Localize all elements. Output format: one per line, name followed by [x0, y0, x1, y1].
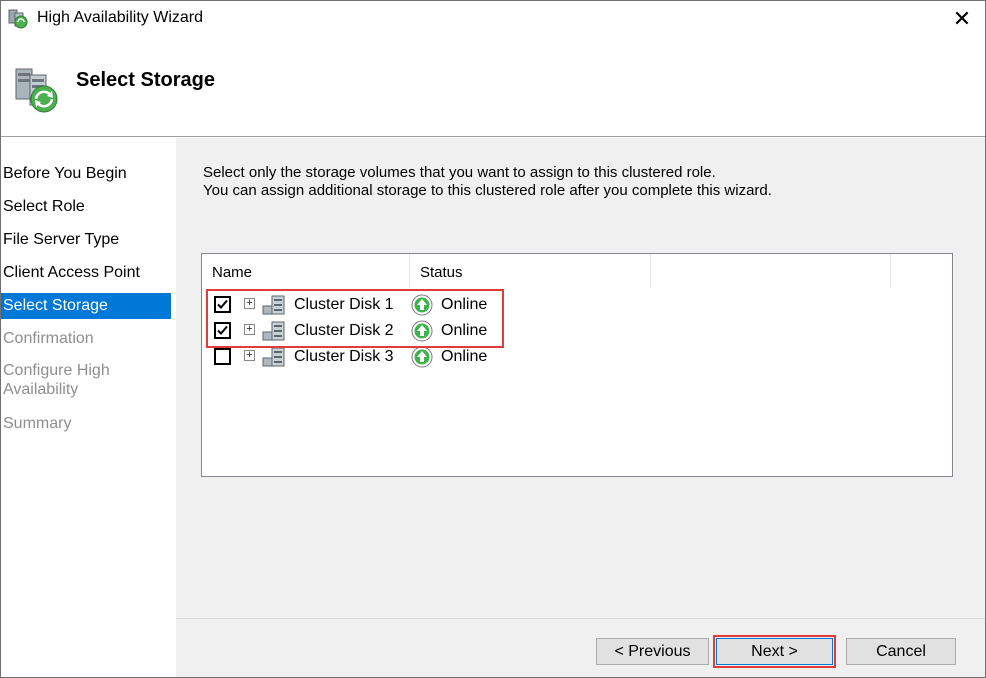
wizard-content: Select only the storage volumes that you…: [176, 138, 985, 677]
wizard-steps-nav: Before You Begin Select Role File Server…: [1, 138, 175, 677]
column-header-blank-2[interactable]: [891, 254, 952, 288]
storage-list[interactable]: Name Status + Cluster Disk 1 Online + Cl…: [201, 253, 953, 477]
page-title: Select Storage: [76, 69, 215, 91]
nav-step-file-server-type[interactable]: File Server Type: [1, 230, 171, 250]
selection-highlight-box: [206, 289, 504, 348]
next-highlight-box: [713, 635, 836, 668]
instruction-line-1: Select only the storage volumes that you…: [203, 164, 716, 181]
cancel-button[interactable]: Cancel: [846, 638, 956, 665]
nav-step-client-access-point[interactable]: Client Access Point: [1, 263, 171, 283]
nav-step-select-role[interactable]: Select Role: [1, 197, 171, 217]
nav-step-before-you-begin[interactable]: Before You Begin: [1, 164, 171, 184]
nav-step-configure-high-availability: Configure High Availability: [3, 362, 110, 398]
disk-status: Online: [441, 348, 488, 365]
previous-button[interactable]: < Previous: [596, 638, 709, 665]
nav-step-confirmation: Confirmation: [3, 330, 94, 347]
disk-name: Cluster Disk 3: [294, 348, 394, 365]
wizard-window: High Availability Wizard ✕ Select Storag…: [0, 0, 986, 678]
online-status-icon: [411, 346, 433, 368]
window-title: High Availability Wizard: [37, 9, 203, 26]
title-bar: High Availability Wizard ✕: [1, 1, 985, 37]
instruction-line-2: You can assign additional storage to thi…: [203, 182, 772, 199]
nav-step-summary: Summary: [3, 415, 72, 432]
list-header: Name Status: [202, 254, 952, 288]
cluster-disk-icon: [262, 347, 285, 367]
footer-divider: [176, 618, 985, 619]
instructions: Select only the storage volumes that you…: [203, 164, 772, 200]
cluster-wizard-small-icon: [8, 9, 28, 29]
column-header-name[interactable]: Name: [202, 254, 410, 288]
nav-step-select-storage[interactable]: Select Storage: [1, 293, 171, 319]
close-icon: ✕: [952, 6, 972, 31]
close-button[interactable]: ✕: [939, 1, 985, 37]
cluster-wizard-icon: [15, 68, 58, 113]
column-header-status[interactable]: Status: [410, 254, 651, 288]
wizard-header: Select Storage: [1, 37, 985, 137]
row-checkbox-unchecked[interactable]: [214, 348, 231, 365]
expand-icon[interactable]: +: [244, 350, 255, 361]
column-header-blank-1[interactable]: [651, 254, 891, 288]
